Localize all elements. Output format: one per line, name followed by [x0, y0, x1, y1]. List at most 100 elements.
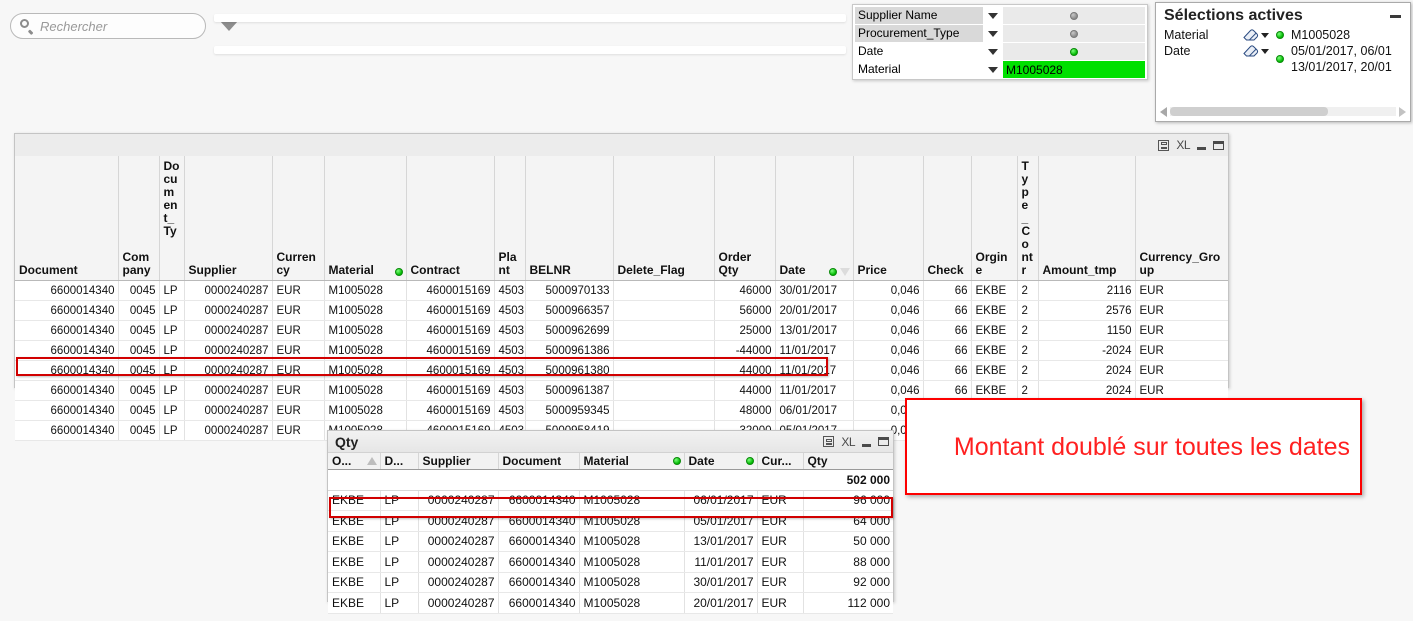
cell-document_ty[interactable]: LP	[159, 380, 185, 401]
column-header-document-ty[interactable]: Document_Ty	[159, 156, 185, 281]
cell-orgine[interactable]: EKBE	[971, 360, 1018, 381]
cell-delete_flag[interactable]	[613, 380, 715, 401]
cell-cur[interactable]: EUR	[757, 592, 804, 614]
cell-order_qty[interactable]: 44000	[714, 360, 776, 381]
column-header-order-qty[interactable]: Order Qty	[714, 156, 776, 281]
search-dropdown-icon[interactable]	[220, 21, 238, 31]
cell-currency_group[interactable]: EUR	[1135, 300, 1228, 321]
cell-document_ty[interactable]: LP	[159, 340, 185, 361]
table-row[interactable]: EKBE LP 0000240287 6600014340 M1005028 06/01/…	[328, 490, 893, 511]
cell-material[interactable]: M1005028	[324, 380, 407, 401]
column-header-orgine[interactable]: Orgine	[971, 156, 1018, 281]
cell-date[interactable]: 13/01/2017	[775, 320, 854, 341]
cell-supplier[interactable]: 0000240287	[418, 592, 499, 614]
cell-date[interactable]: 06/01/2017	[684, 490, 758, 511]
cell-document[interactable]: 6600014340	[15, 380, 119, 401]
cell-currency[interactable]: EUR	[272, 340, 325, 361]
cell-material[interactable]: M1005028	[324, 360, 407, 381]
cell-document_ty[interactable]: LP	[159, 300, 185, 321]
column-header-supplier[interactable]: Supplier	[184, 156, 273, 281]
cell-currency[interactable]: EUR	[272, 360, 325, 381]
cell-company[interactable]: 0045	[118, 420, 160, 441]
cell-supplier[interactable]: 0000240287	[184, 380, 273, 401]
cell-document[interactable]: 6600014340	[15, 340, 119, 361]
cell-delete_flag[interactable]	[613, 280, 715, 301]
cell-cur[interactable]: EUR	[757, 531, 804, 552]
cell-contract[interactable]: 4600015169	[406, 320, 495, 341]
cell-orgine[interactable]: EKBE	[971, 280, 1018, 301]
cell-document[interactable]: 6600014340	[15, 420, 119, 441]
cell-check[interactable]: 66	[923, 360, 972, 381]
table-row[interactable]: 66000143400045LP0000240287EURM1005028460…	[15, 340, 1228, 361]
cell-type_contr[interactable]: 2	[1017, 280, 1039, 301]
cell-belnr[interactable]: 5000966357	[525, 300, 614, 321]
cell-currency[interactable]: EUR	[272, 320, 325, 341]
table-row[interactable]: EKBE LP 0000240287 6600014340 M1005028 13/01/…	[328, 531, 893, 552]
cell-cur[interactable]: EUR	[757, 490, 804, 511]
cell-plant[interactable]: 4503	[494, 380, 526, 401]
filter-row-supplier-name[interactable]: Supplier Name	[855, 7, 1145, 24]
cell-price[interactable]: 0,046	[853, 300, 924, 321]
cell-order_qty[interactable]: 48000	[714, 400, 776, 421]
search-box[interactable]	[10, 13, 238, 39]
cell-delete_flag[interactable]	[613, 300, 715, 321]
cell-supplier[interactable]: 0000240287	[418, 490, 499, 511]
selections-scrollbar[interactable]	[1160, 106, 1406, 117]
cell-supplier[interactable]: 0000240287	[184, 320, 273, 341]
column-header-company[interactable]: Company	[118, 156, 160, 281]
cell-qty[interactable]: 88 000	[803, 551, 893, 573]
cell-document_ty[interactable]: LP	[159, 320, 185, 341]
cell-price[interactable]: 0,046	[853, 320, 924, 341]
cell-o[interactable]: EKBE	[328, 531, 381, 552]
column-header-amount-tmp[interactable]: Amount_tmp	[1038, 156, 1136, 281]
column-header-currency[interactable]: Cur...	[757, 453, 804, 470]
cell-document[interactable]: 6600014340	[498, 592, 580, 614]
cell-qty[interactable]: 92 000	[803, 572, 893, 593]
sort-ascending-icon[interactable]	[366, 457, 377, 465]
column-header-currency[interactable]: Currency	[272, 156, 325, 281]
cell-plant[interactable]: 4503	[494, 400, 526, 421]
column-header-date[interactable]: Date	[684, 453, 758, 470]
cell-o[interactable]: EKBE	[328, 551, 381, 573]
column-header-qty[interactable]: Qty	[803, 453, 893, 470]
minimize-icon[interactable]	[1390, 15, 1401, 18]
cell-currency_group[interactable]: EUR	[1135, 280, 1228, 301]
cell-delete_flag[interactable]	[613, 320, 715, 341]
column-header-delete-flag[interactable]: Delete_Flag	[613, 156, 715, 281]
cell-company[interactable]: 0045	[118, 340, 160, 361]
cell-material[interactable]: M1005028	[324, 300, 407, 321]
cell-d[interactable]: LP	[380, 572, 419, 593]
cell-supplier[interactable]: 0000240287	[418, 531, 499, 552]
cell-document[interactable]: 6600014340	[498, 510, 580, 532]
cell-document[interactable]: 6600014340	[498, 531, 580, 552]
cell-type_contr[interactable]: 2	[1017, 340, 1039, 361]
scroll-thumb[interactable]	[1170, 107, 1329, 116]
cell-contract[interactable]: 4600015169	[406, 280, 495, 301]
cell-currency[interactable]: EUR	[272, 400, 325, 421]
column-header-document[interactable]: Document	[15, 156, 119, 281]
cell-check[interactable]: 66	[923, 300, 972, 321]
column-header-currency-group[interactable]: Currency_Group	[1135, 156, 1228, 281]
cell-date[interactable]: 11/01/2017	[775, 360, 854, 381]
excel-export-icon[interactable]: XL	[841, 435, 855, 449]
cell-company[interactable]: 0045	[118, 380, 160, 401]
cell-amount_tmp[interactable]: 2024	[1038, 360, 1136, 381]
cell-material[interactable]: M1005028	[579, 531, 685, 552]
table-row[interactable]: EKBE LP 0000240287 6600014340 M1005028 30/01/…	[328, 572, 893, 593]
cell-d[interactable]: LP	[380, 531, 419, 552]
column-header-document[interactable]: Document	[498, 453, 580, 470]
cell-o[interactable]: EKBE	[328, 572, 381, 593]
cell-supplier[interactable]: 0000240287	[418, 572, 499, 593]
cell-check[interactable]: 66	[923, 320, 972, 341]
cell-company[interactable]: 0045	[118, 400, 160, 421]
cell-document[interactable]: 6600014340	[15, 400, 119, 421]
filter-row-date[interactable]: Date	[855, 43, 1145, 60]
cell-date[interactable]: 06/01/2017	[775, 400, 854, 421]
cell-document_ty[interactable]: LP	[159, 280, 185, 301]
cell-contract[interactable]: 4600015169	[406, 400, 495, 421]
cell-amount_tmp[interactable]: 1150	[1038, 320, 1136, 341]
cell-orgine[interactable]: EKBE	[971, 340, 1018, 361]
cell-delete_flag[interactable]	[613, 400, 715, 421]
table-row[interactable]: 66000143400045LP0000240287EURM1005028460…	[15, 280, 1228, 301]
maximize-icon[interactable]	[1213, 140, 1224, 150]
